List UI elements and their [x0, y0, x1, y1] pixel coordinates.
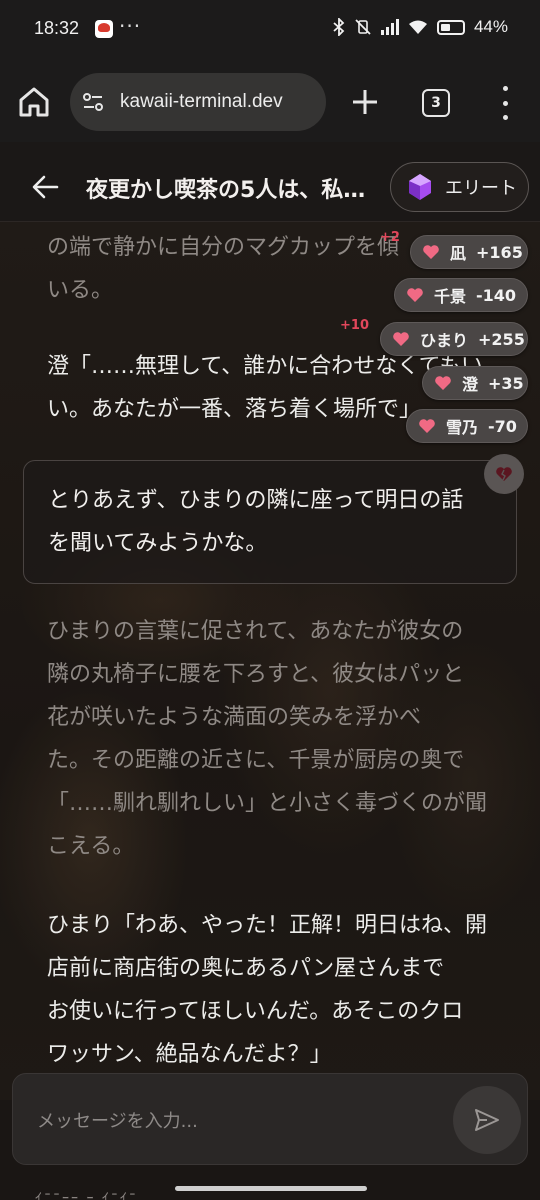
broken-heart-icon — [496, 467, 512, 481]
home-icon[interactable] — [16, 84, 52, 120]
affinity-pill-nagi: 凪 +165 — [410, 235, 528, 269]
message-line: ひまりの言葉に促されて、あなたが彼女の — [47, 619, 464, 644]
more-notifications-icon: ··· — [119, 14, 142, 38]
scrolled-text-peek: ｲﾆﾆｰｰ ｰ ｲﾆｲﾆ — [35, 1191, 138, 1200]
send-icon — [475, 1109, 499, 1131]
send-button[interactable] — [453, 1086, 521, 1154]
heart-icon — [419, 419, 435, 433]
new-tab-icon[interactable] — [349, 86, 381, 118]
heart-icon — [407, 288, 423, 302]
affinity-name: 雪乃 — [446, 418, 479, 437]
message-line: 隣の丸椅子に腰を下ろすと、彼女はパッと — [47, 662, 465, 687]
elite-badge-button[interactable]: エリート — [390, 162, 529, 212]
message-dialogue-2: ひまり「わあ、やった！正解！明日はね、開 店前に商店街の奥にあるパン屋さんまで … — [47, 904, 507, 1076]
chat-header: 夜更かし喫茶の5人は、私… エリート — [0, 142, 540, 222]
message-line: た。その距離の近さに、千景が厨房の奥で — [47, 748, 465, 773]
gesture-handle[interactable] — [175, 1186, 367, 1191]
affinity-name: ひまり — [420, 331, 469, 350]
message-line: こえる。 — [47, 834, 135, 859]
broken-heart-toggle-button[interactable] — [484, 454, 524, 494]
battery-icon — [436, 19, 465, 35]
message-line: ワッサン、絶品なんだよ？」 — [47, 1042, 332, 1067]
affinity-value: -140 — [476, 285, 517, 305]
heart-icon — [423, 245, 439, 259]
gem-icon — [409, 174, 431, 200]
status-icons: 44% — [333, 17, 508, 37]
status-time: 18:32 — [34, 18, 80, 38]
user-message-bubble: とりあえず、ひまりの隣に座って明日の話 を聞いてみようかな。 — [23, 460, 517, 584]
affinity-value: +35 — [488, 373, 524, 393]
message-line: 「……馴れ馴れしい」と小さく毒づくのが聞 — [47, 791, 488, 816]
wifi-icon — [408, 20, 427, 34]
address-bar[interactable]: kawaii-terminal.dev — [70, 73, 326, 131]
message-line: を聞いてみようかな。 — [48, 531, 268, 556]
heart-icon — [435, 376, 451, 390]
affinity-pill-chikage: 千景 -140 — [394, 278, 528, 312]
message-composer[interactable]: メッセージを入力... — [12, 1073, 528, 1165]
status-bar: 18:32 ··· 44% — [0, 0, 540, 64]
elite-badge-label: エリート — [445, 178, 517, 199]
app-notification-icon — [95, 20, 113, 38]
message-line: とりあえず、ひまりの隣に座って明日の話 — [48, 488, 464, 513]
vibrate-mute-icon — [355, 19, 371, 35]
back-arrow-icon[interactable] — [30, 172, 60, 202]
affinity-pill-yukino: 雪乃 -70 — [406, 409, 528, 443]
affinity-value: +165 — [476, 242, 523, 262]
browser-toolbar: kawaii-terminal.dev 3 — [0, 64, 540, 142]
signal-icon — [380, 19, 399, 35]
message-line: ひまり「わあ、やった！正解！明日はね、開 — [47, 913, 488, 938]
chat-title: 夜更かし喫茶の5人は、私… — [86, 178, 366, 203]
affinity-value: -70 — [488, 416, 517, 436]
tab-switcher-button[interactable]: 3 — [422, 89, 450, 117]
affinity-pill-himari: ひまり +255 — [380, 322, 528, 356]
message-line: お使いに行ってほしいんだ。あそこのクロ — [47, 999, 464, 1024]
affinity-delta: +2 — [380, 230, 400, 245]
bluetooth-icon — [333, 18, 345, 36]
message-narration-2: ひまりの言葉に促されて、あなたが彼女の 隣の丸椅子に腰を下ろすと、彼女はパッと … — [47, 610, 507, 868]
heart-icon — [393, 332, 409, 346]
site-settings-icon[interactable] — [80, 89, 106, 115]
message-line: 店前に商店街の奥にあるパン屋さんまで — [47, 956, 445, 981]
affinity-name: 凪 — [450, 244, 467, 263]
affinity-value: +255 — [478, 329, 525, 349]
message-line: 花が咲いたような満面の笑みを浮かべ — [47, 705, 422, 730]
affinity-delta: +10 — [340, 318, 369, 333]
affinity-pill-sumi: 澄 +35 — [422, 366, 528, 400]
browser-menu-icon[interactable] — [494, 86, 516, 120]
battery-percent: 44% — [473, 17, 508, 36]
affinity-name: 千景 — [434, 287, 467, 306]
affinity-name: 澄 — [462, 375, 479, 394]
url-text: kawaii-terminal.dev — [120, 91, 283, 112]
message-input[interactable]: メッセージを入力... — [37, 1107, 198, 1133]
